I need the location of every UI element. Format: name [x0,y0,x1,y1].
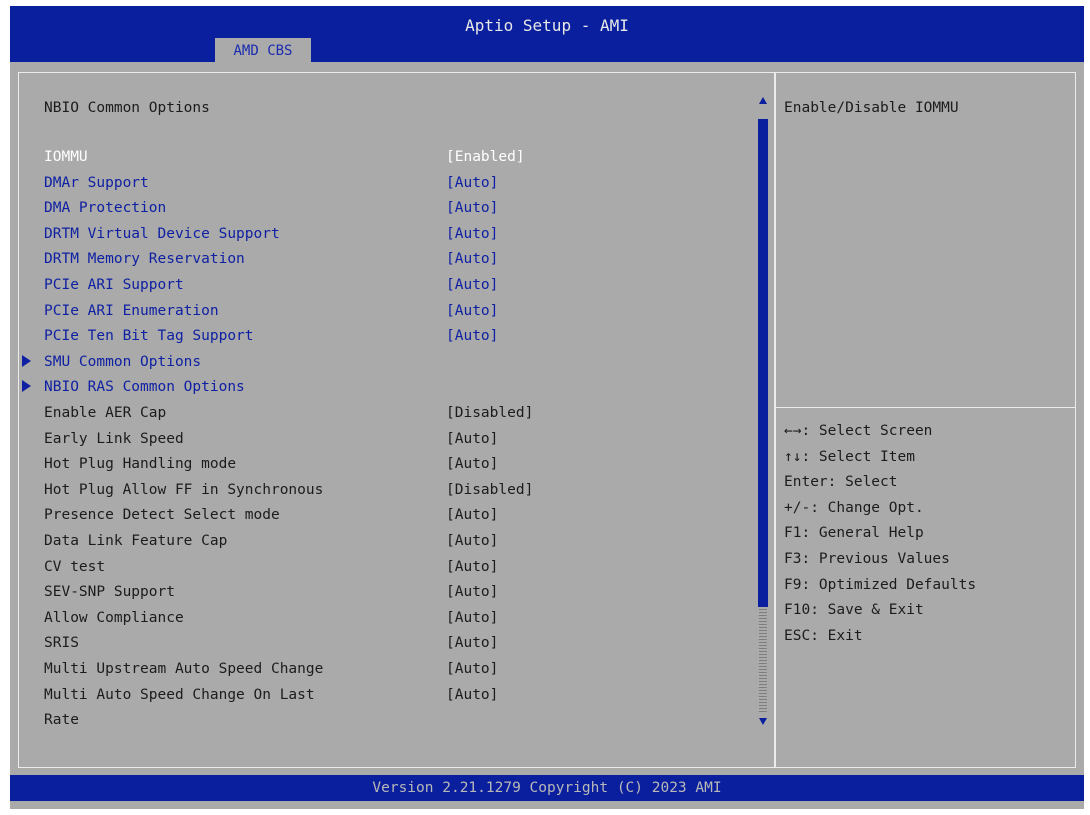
help-divider [776,407,1076,408]
key-hint: +/-: Change Opt. [784,499,924,516]
setting-value: [Disabled] [446,481,534,498]
setting-value: [Auto] [446,558,499,575]
setting-value[interactable]: [Auto] [446,277,498,293]
key-hint: F1: General Help [784,525,924,542]
setting-label: Enable AER Cap [44,405,167,421]
setting-label: SMU Common Options [44,353,202,370]
setting-label: Hot Plug Allow FF in Synchronous [44,481,324,498]
setting-pcie-ten-bit-tag-support[interactable]: PCIe Ten Bit Tag Support [Auto] [19,328,759,353]
setting-dma-protection[interactable]: DMA Protection [Auto] [19,200,759,225]
submenu-arrow-icon [22,380,31,393]
setting-label: Hot Plug Handling mode [44,456,237,473]
key-hint: F10: Save & Exit [784,602,924,619]
setting-value: [Auto] [446,533,499,549]
section-title: NBIO Common Options [44,100,210,116]
setting-value: [Auto] [446,456,499,473]
setting-label: Early Link Speed [44,430,184,447]
setting-label: PCIe Ten Bit Tag Support [44,328,254,345]
setting-pcie-ari-enumeration[interactable]: PCIe ARI Enumeration [Auto] [19,303,759,328]
setting-label: DMA Protection [44,200,167,217]
setting-allow-compliance: Allow Compliance [Auto] [19,610,759,635]
setting-label: DRTM Virtual Device Support [44,225,280,242]
help-description: Enable/Disable IOMMU [784,100,959,116]
setting-value[interactable]: [Auto] [446,226,498,242]
setting-label: PCIe ARI Support [44,277,184,293]
key-hint: F9: Optimized Defaults [784,576,977,593]
setting-data-link-feature-cap: Data Link Feature Cap [Auto] [19,533,759,558]
setting-label: SEV-SNP Support [44,584,175,601]
setting-label: CV test [44,558,106,575]
app-title: Aptio Setup - AMI [465,16,629,35]
setting-value: [Auto] [446,686,499,703]
setting-sev-snp-support: SEV-SNP Support [Auto] [19,584,759,609]
setting-label: NBIO RAS Common Options [44,379,245,396]
setting-label: Data Link Feature Cap [44,533,228,549]
bios-setup-window: Aptio Setup - AMI AMD CBS NBIO Common Op… [10,6,1084,809]
setting-value: [Auto] [446,584,499,601]
setting-value[interactable]: [Auto] [446,303,498,319]
setting-hot-plug-allow-ff-in-synchronous: Hot Plug Allow FF in Synchronous [Disable… [19,482,759,507]
key-hint: Enter: Select [784,474,898,491]
setting-label: SRIS [44,635,79,652]
submenu-nbio-ras-common-options[interactable]: NBIO RAS Common Options [19,379,759,404]
setting-value[interactable]: [Auto] [446,328,498,344]
setting-label: Multi Upstream Auto Speed Change [44,661,324,677]
key-hint: ←→: Select Screen [784,423,933,439]
setting-label: DRTM Memory Reservation [44,251,245,268]
setting-value[interactable]: [Auto] [446,200,498,216]
setting-value: [Auto] [446,635,499,652]
title-bar: Aptio Setup - AMI AMD CBS [10,6,1084,62]
setting-label: IOMMU [44,149,88,165]
setting-iommu[interactable]: IOMMU [Enabled] [19,149,759,174]
submenu-arrow-icon [22,354,31,367]
setting-rate: Rate [19,712,759,737]
scroll-track[interactable] [759,609,767,713]
setting-value[interactable]: [Enabled] [446,149,525,165]
main-panel: NBIO Common Options IOMMU [Enabled] DMAr S… [18,72,1076,768]
setting-label: DMAr Support [44,174,149,191]
setting-value: [Auto] [446,609,499,626]
setting-label: Rate [44,712,79,729]
setting-drtm-memory-reservation[interactable]: DRTM Memory Reservation [Auto] [19,251,759,276]
key-hint: F3: Previous Values [784,551,950,567]
version-footer: Version 2.21.1279 Copyright (C) 2023 AMI [10,775,1084,801]
scroll-up-arrow-icon[interactable] [759,97,767,104]
key-hint: ↑↓: Select Item [784,448,915,465]
setting-label: Allow Compliance [44,609,184,626]
setting-label: Multi Auto Speed Change On Last [44,686,315,703]
setting-value: [Auto] [446,661,499,677]
setting-enable-aer-cap: Enable AER Cap [Disabled] [19,405,759,430]
key-hint: ESC: Exit [784,627,863,644]
setting-label: Presence Detect Select mode [44,507,280,524]
scroll-down-arrow-icon[interactable] [759,718,767,725]
setting-early-link-speed: Early Link Speed [Auto] [19,431,759,456]
scroll-thumb[interactable] [758,119,768,607]
setting-value[interactable]: [Auto] [446,251,498,267]
setting-value: [Disabled] [446,405,534,421]
scrollbar[interactable] [758,97,768,725]
setting-multi-auto-speed-change-on-last: Multi Auto Speed Change On Last [Auto] [19,687,759,712]
setting-drtm-virtual-device-support[interactable]: DRTM Virtual Device Support [Auto] [19,226,759,251]
panel-divider [774,73,776,767]
setting-dmar-support[interactable]: DMAr Support [Auto] [19,175,759,200]
setting-label: PCIe ARI Enumeration [44,302,219,319]
setting-cv-test: CV test [Auto] [19,559,759,584]
setting-sris: SRIS [Auto] [19,635,759,660]
setting-hot-plug-handling-mode: Hot Plug Handling mode [Auto] [19,456,759,481]
setting-value: [Auto] [446,430,499,447]
setting-multi-upstream-auto-speed-change: Multi Upstream Auto Speed Change [Auto] [19,661,759,686]
setting-value[interactable]: [Auto] [446,175,498,191]
tab-amd-cbs[interactable]: AMD CBS [215,38,311,62]
setting-presence-detect-select-mode: Presence Detect Select mode [Auto] [19,507,759,532]
submenu-smu-common-options[interactable]: SMU Common Options [19,354,759,379]
setting-pcie-ari-support[interactable]: PCIe ARI Support [Auto] [19,277,759,302]
setting-value: [Auto] [446,507,499,524]
